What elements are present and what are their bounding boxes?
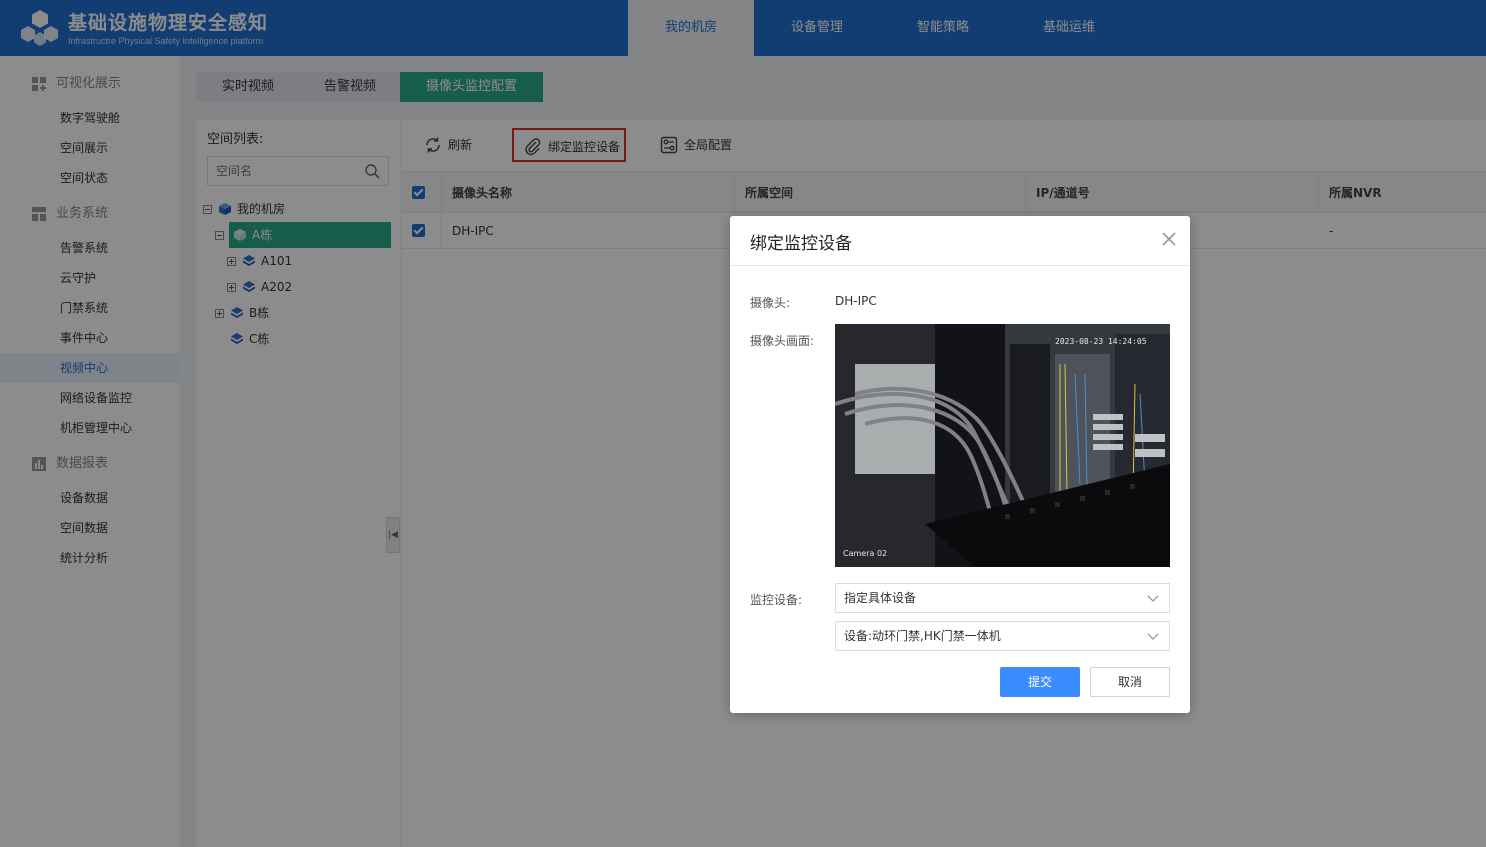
camera-label: 摄像头: xyxy=(750,296,791,310)
camera-preview-image: 2023-08-23 14:24:05 Camera 02 xyxy=(835,324,1170,567)
chevron-down-icon xyxy=(1147,595,1159,602)
preview-label: 摄像头画面: xyxy=(750,334,815,348)
dialog-header: 绑定监控设备 xyxy=(730,216,1190,266)
preview-timestamp: 2023-08-23 14:24:05 xyxy=(1055,337,1147,346)
device-mode-value: 指定具体设备 xyxy=(844,591,917,605)
preview-caption: Camera 02 xyxy=(843,549,887,558)
bind-device-dialog: 绑定监控设备 摄像头: DH-IPC 摄像头画面: 2023-08-23 14:… xyxy=(730,216,1190,713)
cancel-button[interactable]: 取消 xyxy=(1090,667,1170,697)
chevron-down-icon xyxy=(1147,633,1159,640)
dialog-title: 绑定监控设备 xyxy=(750,234,852,254)
submit-button[interactable]: 提交 xyxy=(1000,667,1080,697)
device-value: 设备:动环门禁,HK门禁一体机 xyxy=(844,629,1001,643)
device-select[interactable]: 设备:动环门禁,HK门禁一体机 xyxy=(835,621,1170,651)
server-room-photo: 2023-08-23 14:24:05 Camera 02 xyxy=(835,324,1170,567)
monitor-device-label: 监控设备: xyxy=(750,593,803,607)
close-icon[interactable] xyxy=(1160,230,1178,248)
device-mode-select[interactable]: 指定具体设备 xyxy=(835,583,1170,613)
camera-value: DH-IPC xyxy=(835,294,877,308)
